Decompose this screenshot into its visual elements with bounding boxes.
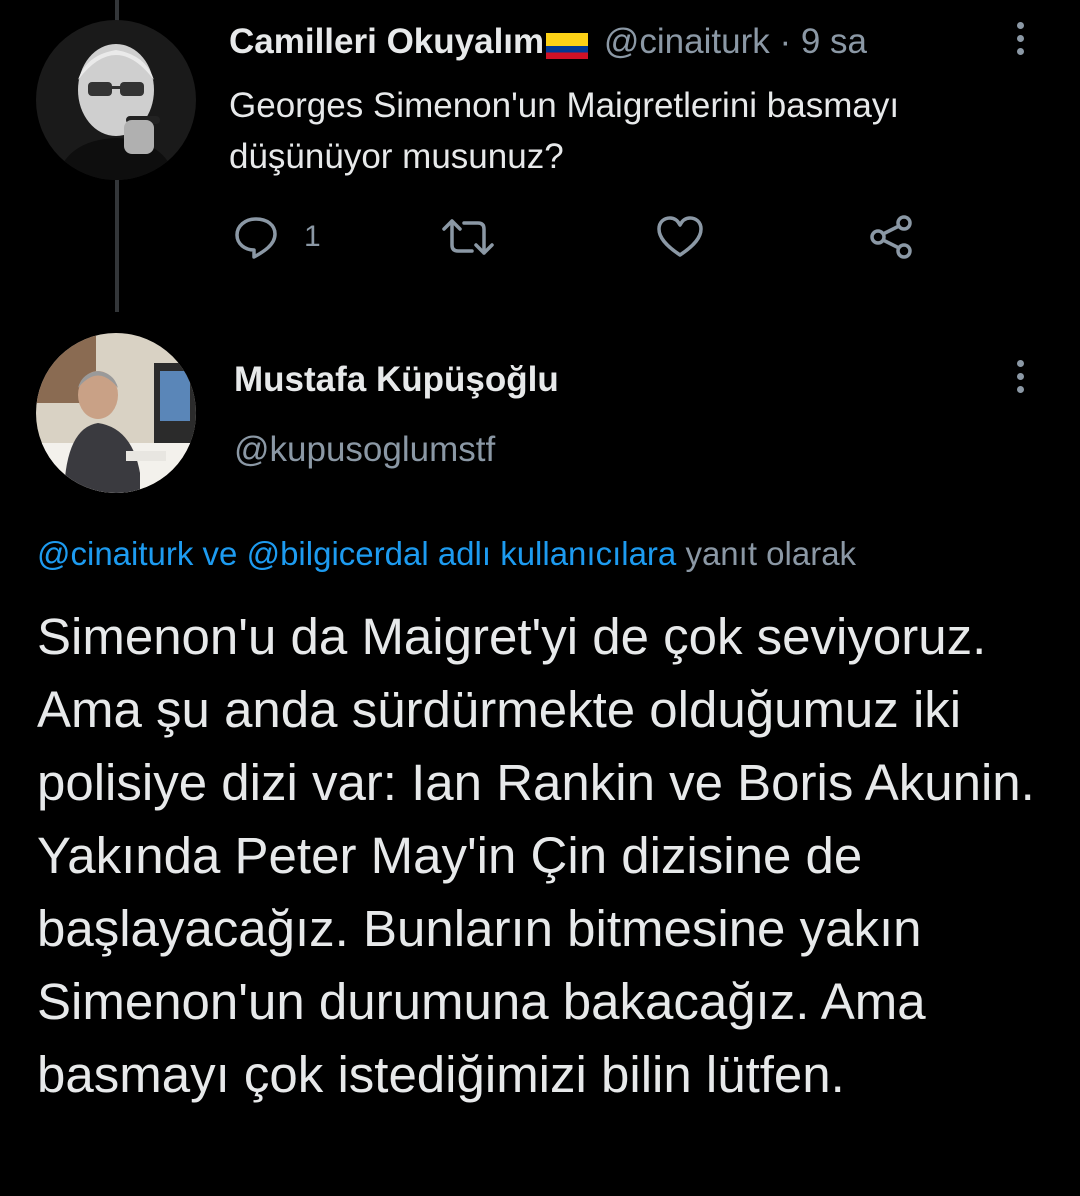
parent-handle[interactable]: @cinaiturk — [604, 22, 770, 61]
more-options-icon[interactable] — [1010, 360, 1030, 400]
parent-tweet-text: Georges Simenon'un Maigretlerini basmayı… — [229, 86, 900, 176]
reply-count: 1 — [304, 220, 321, 253]
main-handle[interactable]: @kupusoglumstf — [234, 430, 495, 470]
like-button[interactable] — [655, 212, 705, 262]
avatar-mustafa-kupusoglu[interactable] — [36, 333, 196, 493]
retweet-icon — [442, 219, 494, 255]
share-button[interactable] — [866, 212, 916, 262]
like-icon — [657, 216, 703, 257]
replying-to-users-link[interactable]: @cinaiturk ve @bilgicerdal adlı kullanıc… — [37, 535, 676, 572]
parent-tweet-actions: 1 — [0, 212, 1080, 262]
reply-icon — [235, 217, 277, 259]
colombia-flag-icon — [546, 28, 589, 59]
parent-timestamp[interactable]: 9 sa — [801, 22, 867, 61]
replying-to-line: @cinaiturk ve @bilgicerdal adlı kullanıc… — [37, 535, 856, 573]
avatar-camilleri-okuyalim[interactable] — [36, 20, 196, 180]
parent-tweet-header: Camilleri Okuyalım @cinaiturk · 9 sa — [229, 22, 867, 62]
parent-display-name[interactable]: Camilleri Okuyalım — [229, 22, 544, 61]
reply-button[interactable]: 1 — [232, 212, 321, 262]
header-separator: · — [779, 22, 792, 61]
replying-to-suffix: yanıt olarak — [685, 535, 857, 572]
more-options-icon[interactable] — [1010, 22, 1030, 62]
main-display-name[interactable]: Mustafa Küpüşoğlu — [234, 360, 559, 400]
main-tweet-text: Simenon'u da Maigret'yi de çok seviyoruz… — [37, 608, 1035, 1103]
share-icon — [870, 215, 912, 259]
retweet-button[interactable] — [440, 212, 496, 262]
